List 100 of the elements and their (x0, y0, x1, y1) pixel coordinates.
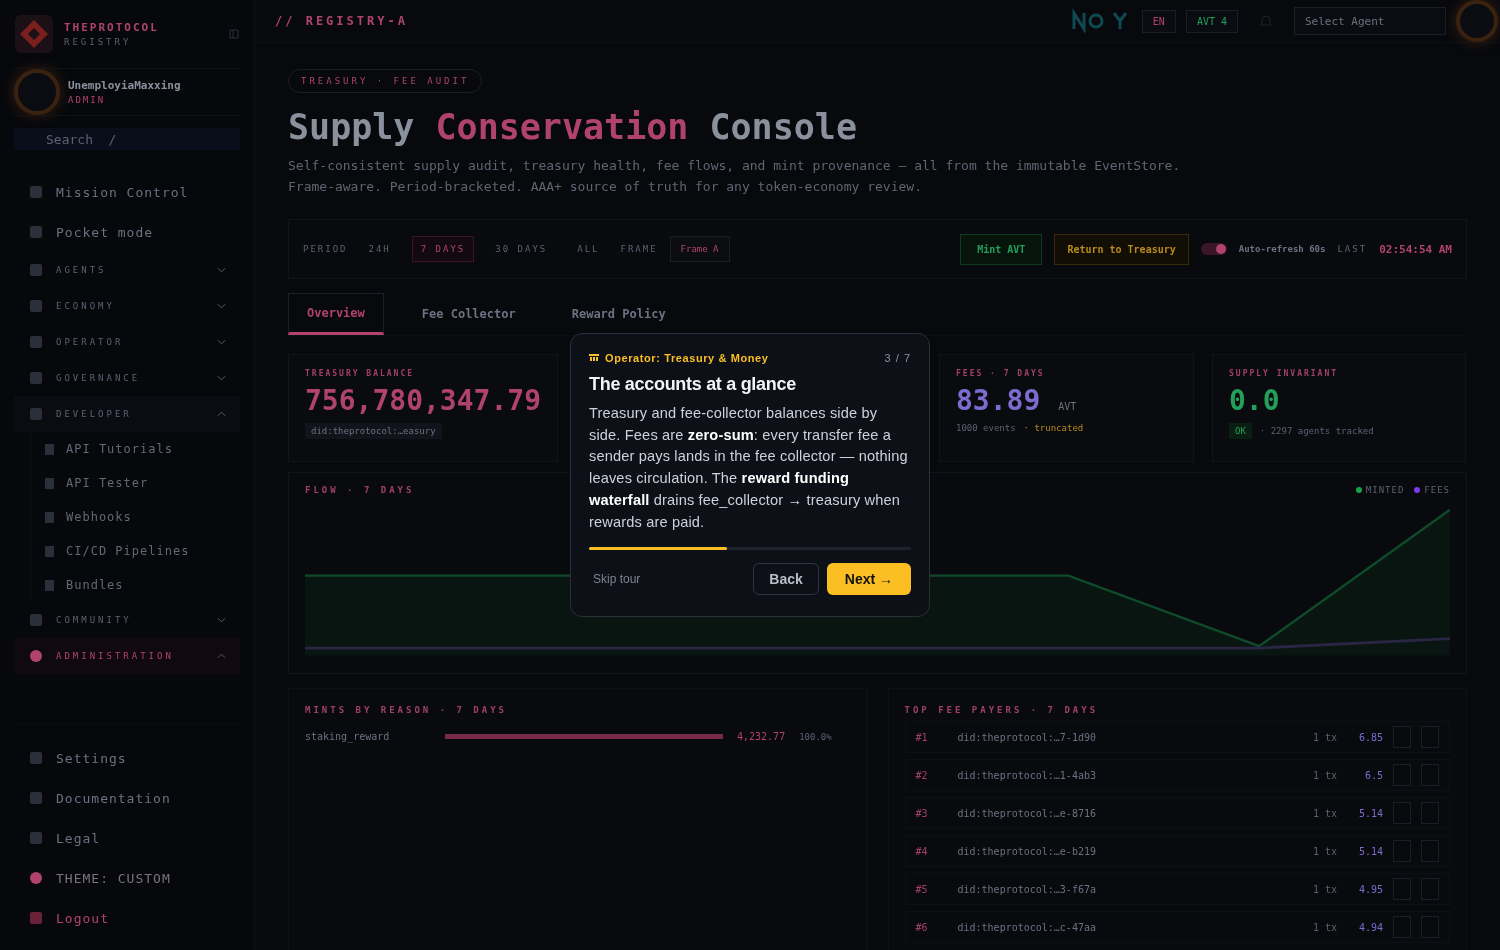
chevron-icon (217, 653, 226, 659)
nav-item[interactable]: API Tester (45, 466, 240, 500)
token-button[interactable]: AVT 4 (1185, 9, 1238, 33)
nav-item[interactable]: Pocket mode (14, 212, 240, 252)
stat-warning: · truncated (1023, 423, 1084, 433)
theme-link[interactable]: THEME: CUSTOM (14, 858, 240, 898)
payer-amount: 5.14 (1357, 807, 1383, 819)
period-button[interactable]: ALL (568, 236, 609, 262)
chart-title: FLOW · 7 DAYS (305, 485, 415, 495)
nav-icon (30, 226, 42, 238)
nav-item[interactable]: Legal (14, 818, 240, 858)
nav-icon (30, 186, 42, 198)
nav-icon (30, 792, 42, 804)
tour-text: Treasury and fee-collector balances side by side. Fees are zero-sum: every transfer fee a sender pays lands in the fee collector — nothing leaves circulation. The reward funding waterfall drains fee_collector → treasury when rewards are paid. (589, 404, 909, 532)
payer-amount: 4.95 (1357, 883, 1383, 895)
section-icon (30, 300, 42, 312)
section-icon (30, 650, 42, 662)
payer-tx-count: 1 tx (1312, 769, 1337, 781)
nav-item[interactable]: Webhooks (45, 500, 240, 534)
return-button[interactable]: Return to Treasury (1054, 233, 1189, 265)
language-button[interactable]: EN (1141, 9, 1176, 33)
chevron-icon (217, 267, 226, 273)
page-subtitle: Self-consistent supply audit, treasury health, fee flows, and mint provenance — all from the immutable EventStore. Frame-aware. Period-bracketed. AAA+ source of truth for any token-economy review. (288, 157, 1182, 196)
skip-tour-button[interactable]: Skip tour (589, 568, 645, 591)
chevron-icon (217, 303, 226, 309)
stat-note: · 2297 agents tracked (1259, 426, 1374, 436)
auto-refresh-toggle[interactable] (1200, 243, 1227, 255)
panel-title: MINTS BY REASON · 7 DAYS (305, 705, 509, 715)
payer-id: did:theprotocol:…1-4ab3 (957, 769, 1097, 781)
stat-label: SUPPLY INVARIANT (1229, 369, 1340, 378)
mint-amount: 4,232.77 (737, 731, 786, 742)
nav-icon (30, 832, 42, 844)
stat-label: TREASURY BALANCE (305, 369, 416, 378)
nav-section[interactable]: AGENTS (14, 252, 240, 288)
search-field[interactable]: Search / (14, 128, 240, 150)
payer-rank: #6 (915, 921, 929, 933)
breadcrumb: // REGISTRY-A (275, 14, 408, 28)
nav-item[interactable]: Documentation (14, 778, 240, 818)
last-updated-time: 02:54:54 AM (1379, 242, 1452, 256)
back-button[interactable]: Back (753, 563, 819, 596)
collapse-icon[interactable] (228, 28, 240, 40)
tab[interactable]: Overview (288, 293, 384, 335)
nav-section[interactable]: ADMINISTRATION (14, 638, 240, 674)
payer-rank: #2 (915, 769, 929, 781)
stat-chip: OK (1229, 423, 1252, 439)
nav-section[interactable]: COMMUNITY (14, 602, 240, 638)
nav-item[interactable]: Bundles (45, 568, 240, 602)
nav-icon (45, 545, 54, 557)
stat-value: 83.89 (956, 384, 1041, 417)
chevron-icon (217, 411, 226, 417)
mint-button[interactable]: Mint AVT (960, 233, 1043, 265)
avatar[interactable] (1456, 0, 1498, 42)
period-button[interactable]: 30 DAYS (486, 236, 557, 262)
tab[interactable]: Fee Collector (403, 293, 534, 335)
period-button[interactable]: 24H (359, 236, 400, 262)
tab[interactable]: Reward Policy (553, 293, 684, 335)
brand-subtitle: REGISTRY (64, 37, 133, 47)
nav-item[interactable]: Mission Control (14, 172, 240, 212)
payer-tx-count: 1 tx (1312, 921, 1337, 933)
logo-icon (14, 14, 54, 54)
nav-section[interactable]: OPERATOR (14, 324, 240, 360)
legend-label: FEES (1424, 485, 1450, 495)
nav-item[interactable]: Settings (14, 738, 240, 778)
bell-icon[interactable] (1258, 13, 1274, 29)
payer-tx-count: 1 tx (1312, 731, 1337, 743)
user-name: UnemployiaMaxxing (68, 79, 182, 92)
payer-amount: 5.14 (1357, 845, 1383, 857)
payer-rank: #1 (915, 731, 929, 743)
payer-tx-count: 1 tx (1312, 883, 1337, 895)
payer-rank: #4 (915, 845, 929, 857)
agent-select[interactable]: Select Agent (1294, 7, 1446, 35)
legend-label: MINTED (1365, 485, 1405, 495)
payer-id: did:theprotocol:…7-1d90 (957, 731, 1097, 743)
next-button[interactable]: Next → (826, 563, 911, 596)
nav-section[interactable]: DEVELOPER (14, 396, 240, 432)
payer-id: did:theprotocol:…e-8716 (957, 807, 1097, 819)
logout-link[interactable]: Logout (14, 898, 240, 938)
last-label: LAST (1337, 244, 1368, 254)
period-button[interactable]: 7 DAYS (411, 236, 475, 262)
auto-refresh-label: Auto-refresh 60s (1238, 244, 1326, 254)
panel-title: TOP FEE PAYERS · 7 DAYS (904, 705, 1100, 715)
payer-id: did:theprotocol:…e-b219 (957, 845, 1097, 857)
nav-icon (45, 477, 54, 489)
frame-select[interactable]: Frame A (669, 236, 730, 262)
payer-amount: 6.5 (1363, 769, 1383, 781)
nav-section[interactable]: GOVERNANCE (14, 360, 240, 396)
nav-icon (30, 872, 42, 884)
nav-icon (30, 912, 42, 924)
payer-amount: 6.85 (1357, 731, 1383, 743)
period-label: PERIOD (303, 244, 348, 254)
nav-item[interactable]: CI/CD Pipelines (45, 534, 240, 568)
section-icon (30, 614, 42, 626)
nav-section[interactable]: ECONOMY (14, 288, 240, 324)
section-icon (30, 264, 42, 276)
section-icon (30, 336, 42, 348)
stat-chip: did:theprotocol:…easury (305, 423, 442, 439)
nav-item[interactable]: API Tutorials (45, 432, 240, 466)
brand-name: THEPROTOCOL (64, 21, 160, 34)
nav-icon (45, 443, 54, 455)
avatar[interactable] (14, 69, 60, 115)
